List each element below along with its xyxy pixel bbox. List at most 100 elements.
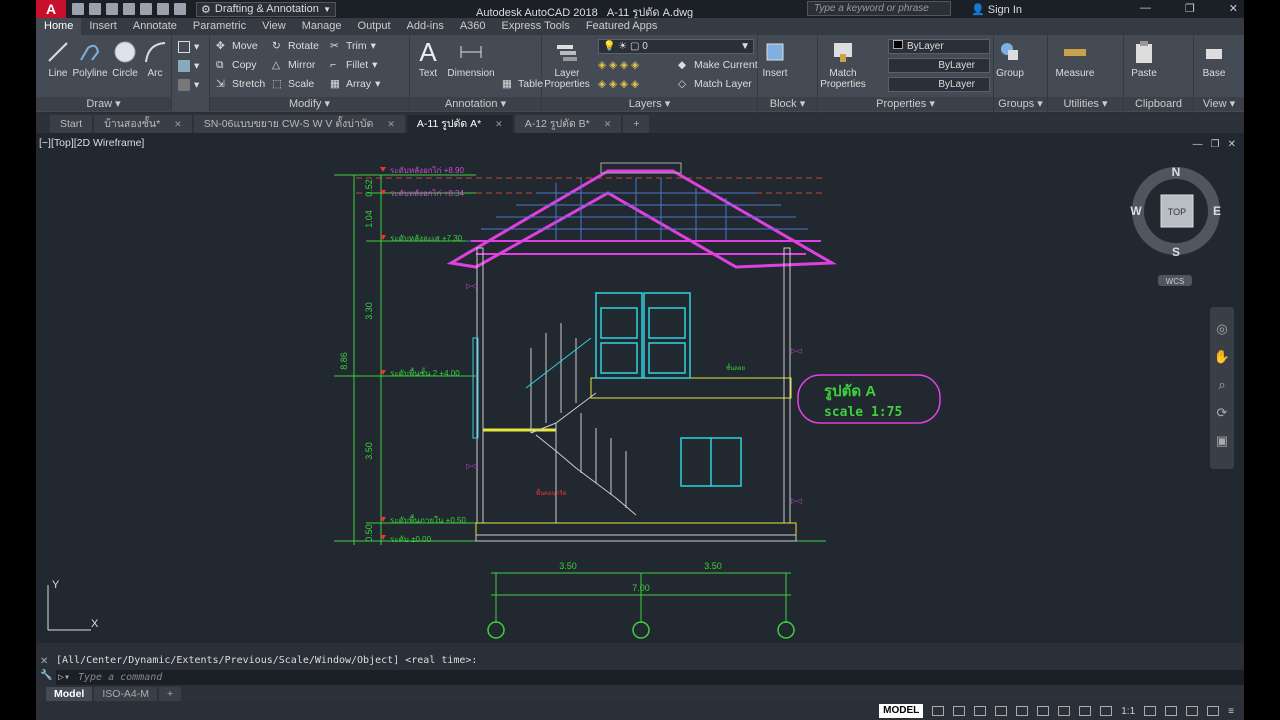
command-line-handle[interactable]: ✕ 🔧 [40,655,52,683]
file-tab[interactable]: SN-06แบบขยาย CW-S W V ตั้งบ่าบัด ✕ [193,115,405,133]
layer-tools-row1[interactable]: ◈ ◈ ◈ ◈ [598,59,639,71]
ribbon-tab[interactable]: Home [36,18,82,35]
dimension-button[interactable]: Dimension [446,37,496,79]
copy-button[interactable]: ⧉ Copy [216,59,257,71]
section-drawing[interactable]: ระดับหลังอกไก่ +8.90 ระดับหลังอกไก่ +8.3… [334,162,941,639]
arc-button[interactable]: Arc [138,37,172,79]
snap-icon[interactable] [953,706,966,716]
file-tab[interactable]: Start [50,115,93,133]
tab-layout[interactable]: ISO-A4-M [94,687,158,701]
fillet-button[interactable]: ⌐ Fillet ▾ [330,59,377,71]
clipboard-panel-title[interactable]: Clipboard [1124,97,1193,111]
ribbon-tab[interactable]: View [254,18,294,35]
ortho-icon[interactable] [974,706,987,716]
mirror-button[interactable]: △ Mirror [272,59,315,71]
polar-icon[interactable] [995,706,1008,716]
close-tab-icon[interactable]: ✕ [387,115,395,133]
annotation-panel-title[interactable]: Annotation ▾ [410,97,541,111]
steering-wheel-icon[interactable]: ◎ [1210,315,1234,343]
pan-icon[interactable]: ✋ [1210,343,1234,371]
make-current-button[interactable]: ◆ Make Current [678,59,758,71]
annotation-visibility-icon[interactable] [1100,706,1113,716]
layers-panel-title[interactable]: Layers ▾ [542,97,757,111]
ribbon-tab[interactable]: Add-ins [399,18,452,35]
wrench-icon[interactable]: 🔧 [40,669,52,683]
osnap-icon[interactable] [1016,706,1029,716]
stretch-button[interactable]: ⇲ Stretch [216,78,265,90]
draw-panel-title[interactable]: Draw ▾ [36,97,171,111]
drawing-viewport[interactable]: [−][Top][2D Wireframe] — ❐ ✕ TOP N S E W… [36,133,1244,643]
rotate-button[interactable]: ↻ Rotate [272,40,319,52]
layer-dropdown[interactable]: 💡 ☀ ▢ 0 ▼ [598,39,754,54]
utilities-panel-title[interactable]: Utilities ▾ [1048,97,1123,111]
viewcube[interactable]: TOP N S E W WCS [1130,165,1221,286]
saveas-icon[interactable] [123,3,135,15]
scale-button[interactable]: ⬚ Scale [272,78,314,90]
lineweight-dropdown[interactable]: ByLayer [888,77,990,92]
ribbon-tab[interactable]: Annotate [125,18,185,35]
zoom-icon[interactable]: ⌕ [1210,371,1234,399]
ribbon-tab[interactable]: Parametric [185,18,254,35]
file-tab[interactable]: บ้านสองชั้น* ✕ [94,115,192,133]
redo-icon[interactable] [174,3,186,15]
ribbon-tab[interactable]: A360 [452,18,494,35]
match-properties-button[interactable]: Match Properties [818,37,868,90]
navigation-bar[interactable]: ◎ ✋ ⌕ ⟳ ▣ [1210,307,1234,469]
close-icon[interactable]: ✕ [40,655,52,669]
match-layer-button[interactable]: ◇ Match Layer [678,78,752,90]
base-button[interactable]: Base [1196,37,1232,79]
groups-panel-title[interactable]: Groups ▾ [994,97,1047,111]
new-icon[interactable] [72,3,84,15]
ribbon-tab[interactable]: Insert [81,18,125,35]
search-input[interactable]: Type a keyword or phrase [807,1,951,16]
layer-tools-row2[interactable]: ◈ ◈ ◈ ◈ [598,78,639,90]
file-tab[interactable]: A-12 รูปตัด B* ✕ [514,115,622,133]
linetype-dropdown[interactable]: ByLayer [888,58,990,73]
gear-icon[interactable] [1144,706,1157,716]
modify-panel-title[interactable]: Modify ▾ [210,97,409,111]
workspace-dropdown[interactable]: ⚙ Drafting & Annotation ▼ [196,1,336,17]
sign-in-button[interactable]: 👤 Sign In [971,3,1022,16]
gradient-icon[interactable]: ▾ [178,79,199,91]
trim-button[interactable]: ✂ Trim ▾ [330,40,376,52]
new-tab-button[interactable]: + [623,115,650,133]
block-panel-title[interactable]: Block ▾ [758,97,817,111]
open-icon[interactable] [89,3,101,15]
save-icon[interactable] [106,3,118,15]
close-tab-icon[interactable]: ✕ [604,115,612,133]
selection-cycling-icon[interactable] [1079,706,1092,716]
move-button[interactable]: ✥ Move [216,40,258,52]
insert-button[interactable]: Insert [758,37,792,79]
table-button[interactable]: ▦ Table [502,78,543,90]
view-panel-title[interactable]: View ▾ [1194,97,1244,111]
rectangle-icon[interactable]: ▾ [178,41,199,53]
autocad-logo-button[interactable]: A [36,0,66,18]
ribbon-tab[interactable]: Output [350,18,399,35]
add-layout-button[interactable]: + [159,687,182,701]
ribbon-tab[interactable]: Featured Apps [578,18,666,35]
command-input[interactable]: ▷▾ Type a command [56,670,1244,685]
workspace-switch-icon[interactable] [1165,706,1178,716]
tab-model[interactable]: Model [46,687,93,701]
hatch-icon[interactable]: ▾ [178,60,199,72]
ribbon-tab[interactable]: Express Tools [494,18,578,35]
showmotion-icon[interactable]: ▣ [1210,427,1234,455]
close-tab-icon[interactable]: ✕ [174,115,182,133]
undo-icon[interactable] [157,3,169,15]
maximize-icon[interactable]: ❐ [1185,2,1195,15]
customization-icon[interactable]: ≡ [1228,706,1234,717]
orbit-icon[interactable]: ⟳ [1210,399,1234,427]
paste-button[interactable]: Paste [1126,37,1162,79]
color-dropdown[interactable]: ByLayer [888,39,990,54]
layer-properties-button[interactable]: Layer Properties [542,37,592,90]
ribbon-tab[interactable]: Manage [294,18,350,35]
file-tab[interactable]: A-11 รูปตัด A* ✕ [406,115,513,133]
array-button[interactable]: ▦ Array ▾ [330,78,380,90]
close-icon[interactable]: ✕ [1229,2,1238,15]
minimize-icon[interactable]: — [1140,2,1151,15]
isolate-icon[interactable] [1186,706,1199,716]
text-button[interactable]: A Text [410,37,446,80]
model-space-toggle[interactable]: MODEL [879,704,924,718]
properties-panel-title[interactable]: Properties ▾ [818,97,993,111]
lineweight-icon[interactable] [1037,706,1050,716]
